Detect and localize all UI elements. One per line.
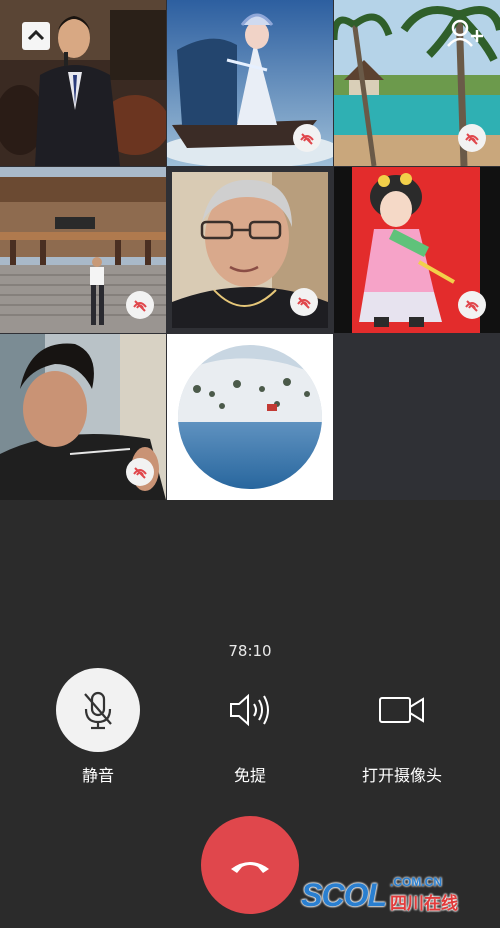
participant-tile-cartoon-opera[interactable]	[334, 167, 500, 333]
hang-up-phone-icon	[231, 862, 269, 873]
participant-muted-badge	[293, 124, 321, 152]
participant-muted-badge	[458, 291, 486, 319]
participant-tile-singer[interactable]	[0, 0, 166, 166]
participant-muted-badge	[126, 291, 154, 319]
watermark-logo: SCOL	[301, 877, 387, 913]
hang-up-button[interactable]	[201, 816, 299, 914]
speaker-control[interactable]: 免提	[170, 668, 330, 786]
empty-grid-slot	[334, 334, 500, 500]
speaker-label: 免提	[233, 766, 266, 785]
participant-tile-elder-woman[interactable]	[172, 172, 328, 328]
collapse-button[interactable]	[22, 22, 50, 50]
participant-tile-snow-lake[interactable]	[167, 334, 333, 500]
watermark-site-name: 四川在线	[390, 894, 458, 914]
camera-label: 打开摄像头	[361, 766, 442, 785]
camera-button[interactable]	[360, 668, 444, 752]
mute-control[interactable]: 静音	[18, 668, 178, 786]
video-grid	[0, 0, 500, 500]
muted-speaker-icon	[297, 297, 311, 309]
participant-tile-opera-boat[interactable]	[167, 0, 333, 166]
mute-button[interactable]	[56, 668, 140, 752]
speaker-icon	[230, 693, 269, 727]
camera-control[interactable]: 打开摄像头	[322, 668, 482, 786]
add-participant-button[interactable]	[446, 18, 486, 48]
watermark-domain: .COM.CN	[390, 875, 442, 889]
microphone-muted-icon	[84, 691, 112, 730]
participant-muted-badge	[290, 288, 318, 316]
participant-muted-badge	[126, 458, 154, 486]
participant-tile-young-man[interactable]	[0, 334, 166, 500]
muted-speaker-icon	[133, 467, 147, 479]
site-watermark: SCOL .COM.CN 四川在线	[301, 875, 458, 914]
camera-icon	[379, 697, 424, 723]
participant-tile-resort-pool[interactable]	[334, 0, 500, 166]
call-duration: 78:10	[228, 642, 272, 660]
mute-label: 静音	[81, 766, 114, 785]
muted-speaker-icon	[465, 300, 479, 312]
participant-tile-temple-visitor[interactable]	[0, 167, 166, 333]
muted-speaker-icon	[133, 300, 147, 312]
speaker-button[interactable]	[208, 668, 292, 752]
collapse-arrow-icon	[27, 29, 45, 41]
add-person-icon	[447, 19, 483, 47]
muted-speaker-icon	[465, 133, 479, 145]
muted-speaker-icon	[300, 133, 314, 145]
participant-muted-badge	[458, 124, 486, 152]
